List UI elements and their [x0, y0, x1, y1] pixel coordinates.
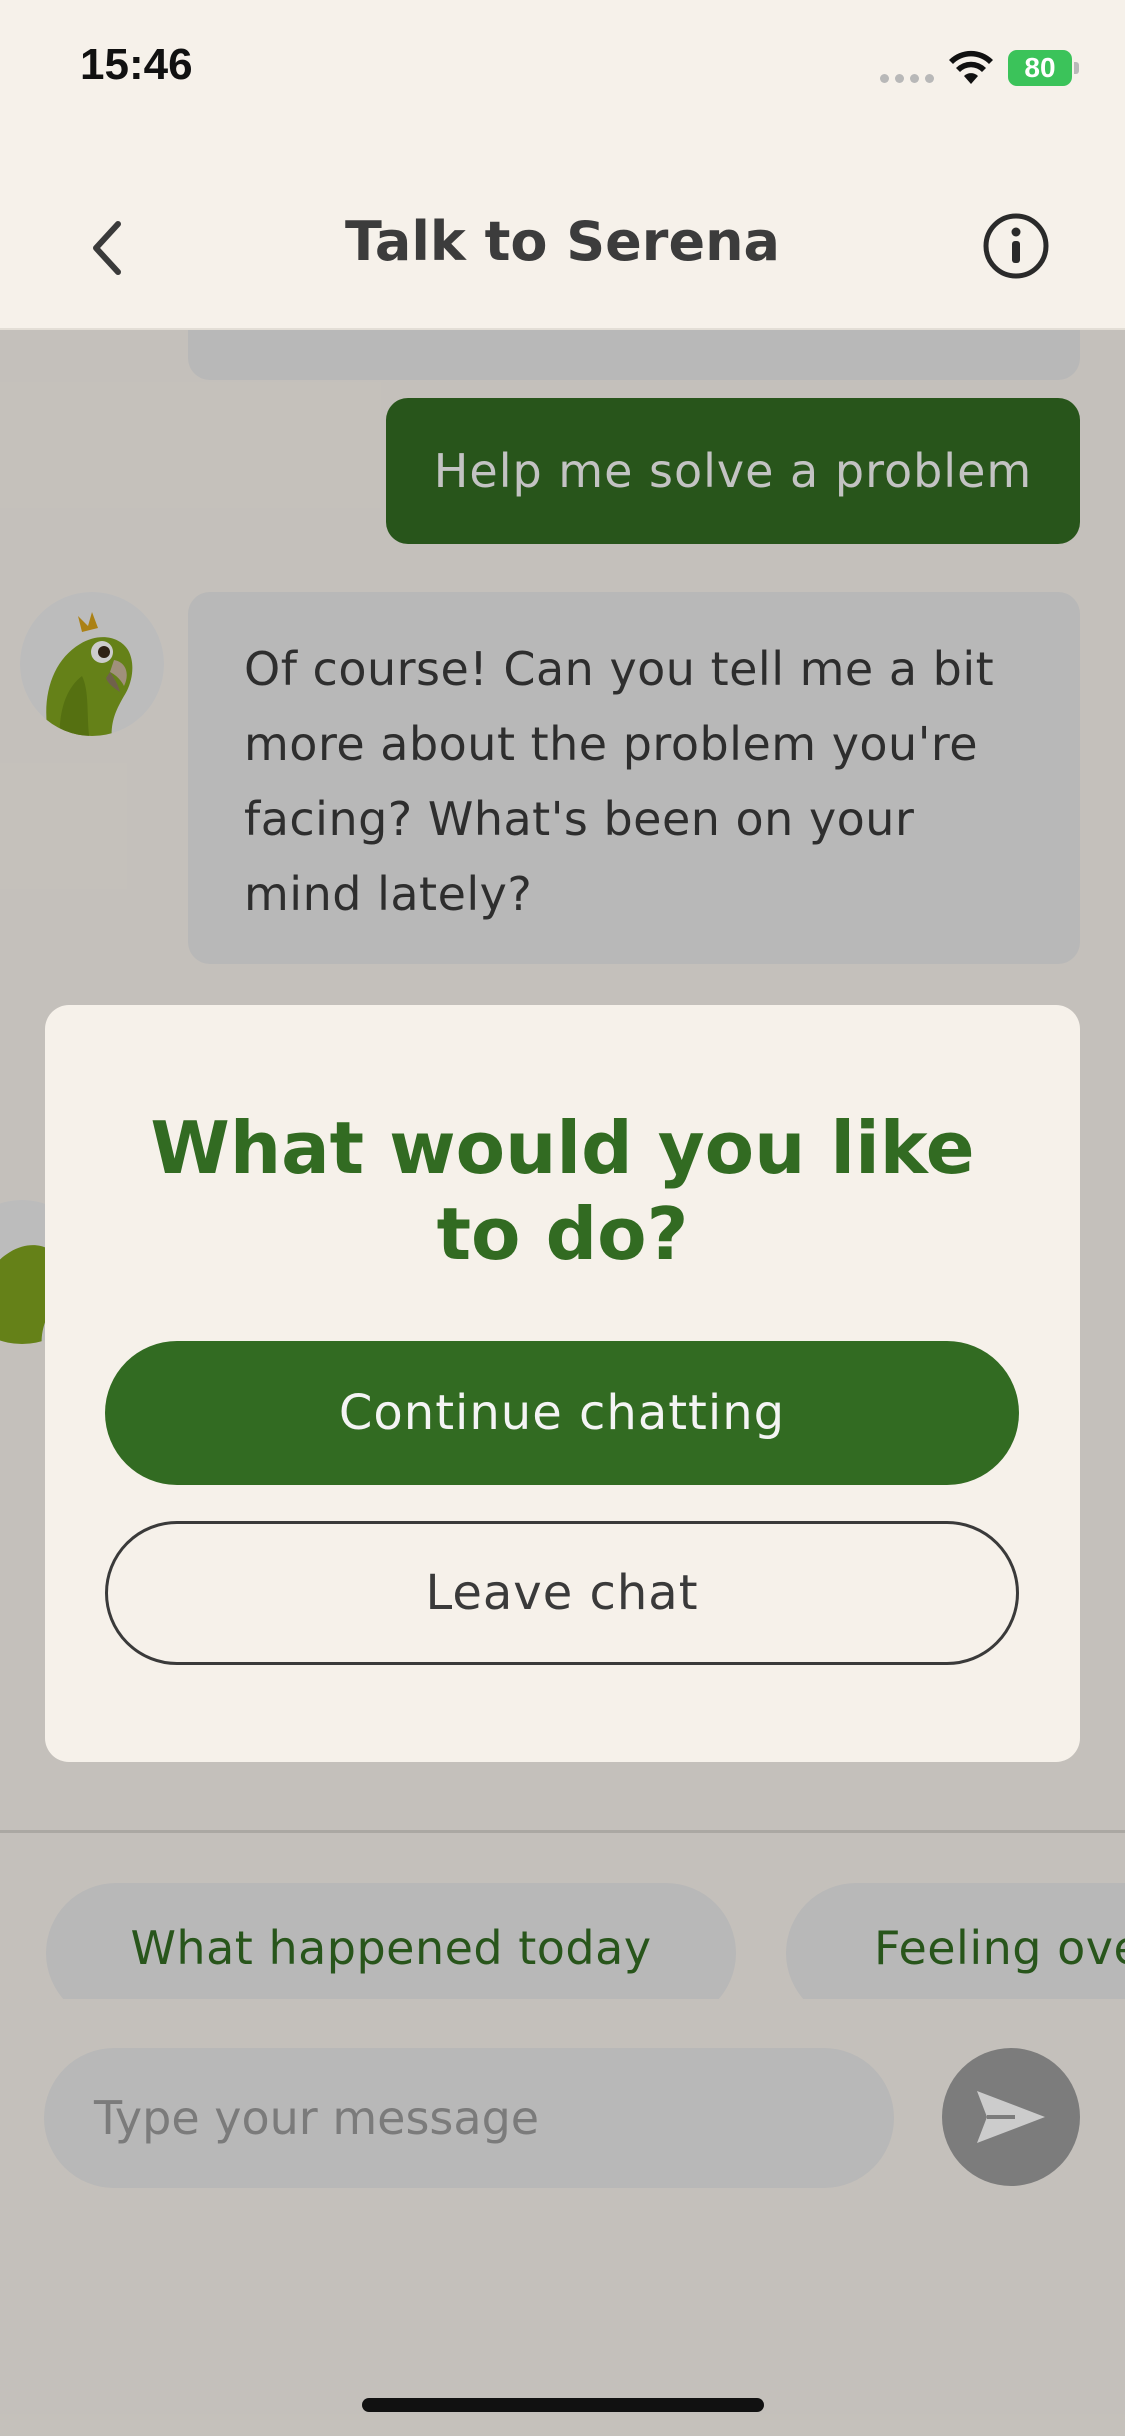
cellular-signal-icon — [880, 74, 934, 83]
leave-chat-button[interactable]: Leave chat — [105, 1521, 1019, 1665]
status-bar: 15:46 80 — [0, 0, 1125, 140]
wifi-icon — [949, 50, 993, 84]
home-indicator[interactable] — [362, 2398, 764, 2412]
continue-chatting-button[interactable]: Continue chatting — [105, 1341, 1019, 1485]
status-time: 15:46 — [80, 40, 193, 89]
battery-level: 80 — [1024, 52, 1056, 83]
dialog-title: What would you like to do? — [150, 1106, 975, 1276]
nav-header: Talk to Serena — [0, 140, 1125, 330]
battery-icon: 80 — [1008, 50, 1079, 86]
page-title: Talk to Serena — [345, 210, 780, 273]
action-dialog: What would you like to do? Continue chat… — [45, 1005, 1080, 1762]
info-icon[interactable] — [982, 212, 1050, 280]
